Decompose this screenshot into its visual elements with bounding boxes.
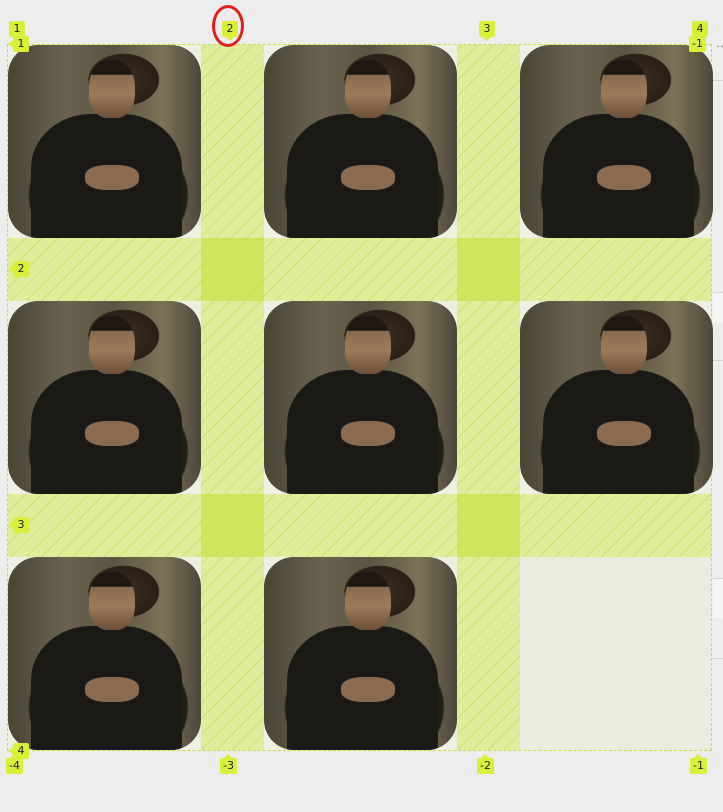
side-panel-row[interactable] (713, 292, 723, 323)
photo-figure-head (89, 316, 136, 375)
column-line-number-highlighted: 2 (222, 21, 238, 41)
column-line-number: 3 (479, 21, 495, 41)
photo-figure-hands (597, 164, 652, 190)
grid-item-photo[interactable] (264, 557, 457, 750)
photo-figure-hands (597, 420, 652, 446)
side-panel-divider (713, 360, 723, 361)
grid-item-photo[interactable] (264, 45, 457, 238)
photo-figure-hands (85, 676, 140, 702)
row-gap (8, 238, 711, 301)
photo-figure-hands (85, 420, 140, 446)
row-line-number: 2 (9, 261, 29, 277)
grid-item-photo[interactable] (8, 45, 201, 238)
gap-intersection (201, 238, 264, 301)
photo-figure-hands (85, 164, 140, 190)
grid-item-photo[interactable] (8, 301, 201, 494)
row-gap (8, 494, 711, 557)
photo-figure-head (345, 572, 392, 631)
photo-figure-hands (341, 164, 396, 190)
column-line-number-negative: -1 (690, 754, 707, 774)
photo-figure-head (89, 572, 136, 631)
column-line-number-negative: -4 (6, 754, 23, 774)
photo-figure-head (345, 316, 392, 375)
column-line-number: 4 (692, 21, 708, 41)
photo-figure-hands (341, 676, 396, 702)
column-gap (457, 45, 520, 750)
photo-figure-head (89, 60, 136, 119)
gap-intersection (457, 238, 520, 301)
column-line-number-negative: -2 (477, 754, 494, 774)
photo-figure-head (345, 60, 392, 119)
side-panel-divider (713, 658, 723, 659)
grid-empty-cell (520, 557, 711, 750)
grid-item-photo[interactable] (520, 45, 713, 238)
column-gap (201, 45, 264, 750)
grid-item-photo[interactable] (520, 301, 713, 494)
grid-item-photo[interactable] (8, 557, 201, 750)
grid-container[interactable] (7, 44, 713, 751)
row-line-number: 1 (9, 36, 29, 52)
gap-intersection (201, 494, 264, 557)
more-icon[interactable]: ·· (717, 43, 723, 53)
photo-figure-hands (341, 420, 396, 446)
row-line-number: 3 (9, 517, 29, 533)
gap-intersection (457, 494, 520, 557)
photo-figure-head (601, 316, 648, 375)
row-line-number-negative: -1 (689, 36, 706, 52)
grid-item-photo[interactable] (264, 301, 457, 494)
column-line-number-negative: -3 (220, 754, 237, 774)
side-panel-row[interactable] (713, 578, 723, 619)
photo-figure-head (601, 60, 648, 119)
column-line-number: 1 (9, 21, 25, 41)
side-panel-divider (713, 80, 723, 81)
